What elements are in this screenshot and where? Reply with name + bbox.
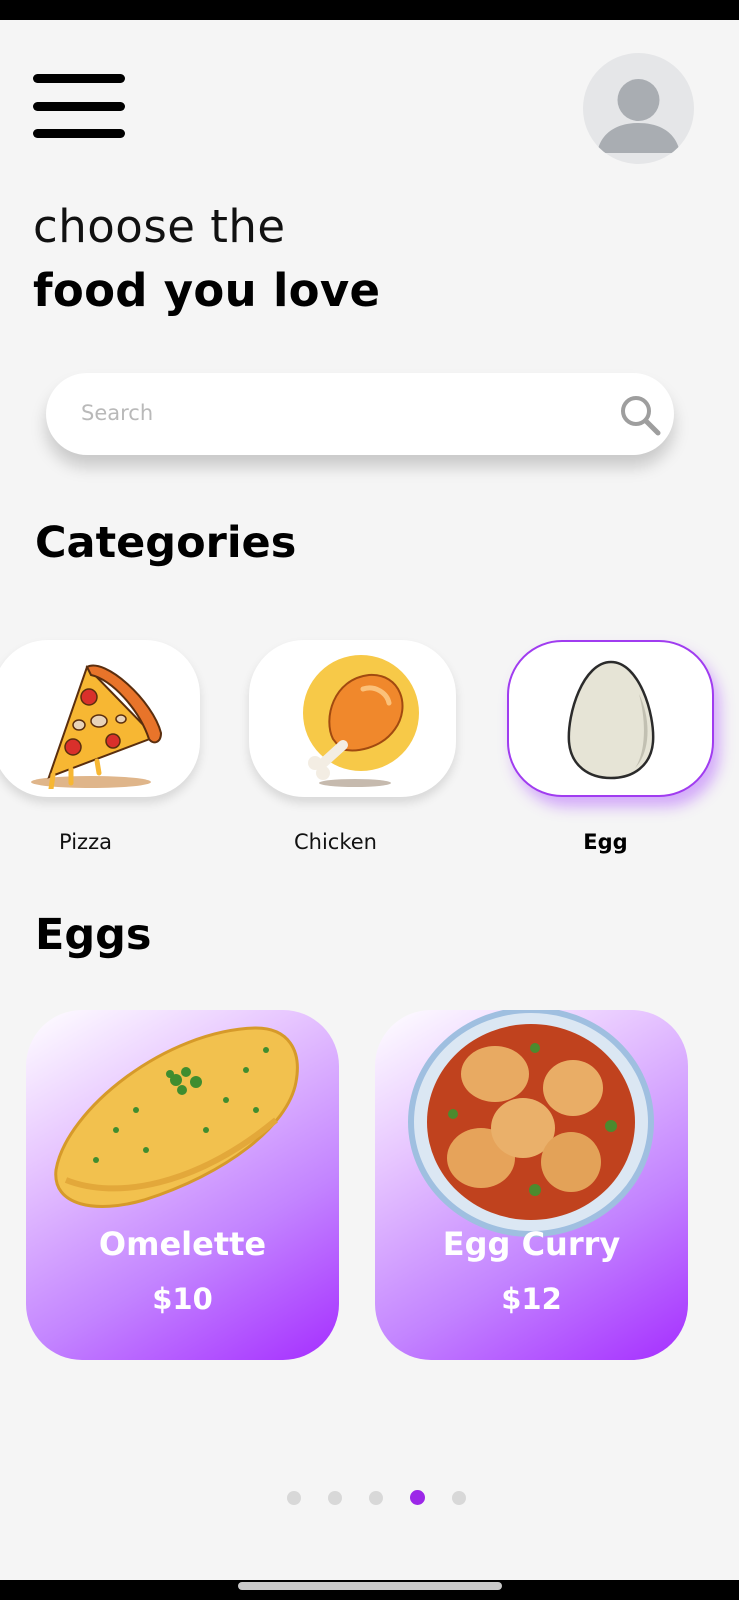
food-price: $10 <box>152 1282 213 1316</box>
category-chicken[interactable] <box>249 640 456 797</box>
page-indicator <box>287 1490 466 1505</box>
menu-bar <box>33 74 125 83</box>
app-screen: choose the food you love Search Categori… <box>0 20 739 1580</box>
category-egg[interactable] <box>507 640 714 797</box>
headline-line-1: choose the <box>33 200 286 253</box>
search-placeholder: Search <box>81 401 154 425</box>
egg-curry-image <box>408 1010 654 1237</box>
hamburger-menu-icon[interactable] <box>33 72 127 140</box>
food-card-egg-curry[interactable]: Egg Curry $12 <box>375 1010 688 1360</box>
food-name: Egg Curry <box>442 1225 621 1263</box>
menu-bar <box>33 101 125 111</box>
page-dot[interactable] <box>369 1490 383 1505</box>
category-label-chicken: Chicken <box>294 830 377 854</box>
search-icon[interactable] <box>618 393 662 437</box>
page-dot-active[interactable] <box>410 1490 425 1505</box>
food-price: $12 <box>501 1282 562 1316</box>
page-dot[interactable] <box>452 1490 466 1505</box>
search-input[interactable]: Search <box>46 373 674 455</box>
eggs-section-title: Eggs <box>35 910 152 960</box>
category-label-egg: Egg <box>583 830 628 854</box>
category-label-pizza: Pizza <box>59 830 112 854</box>
omelette-image <box>54 1026 299 1208</box>
menu-bar <box>33 129 125 138</box>
pizza-icon <box>30 664 162 789</box>
categories-title: Categories <box>35 518 297 568</box>
egg-icon <box>567 660 654 779</box>
chicken-leg-icon <box>302 654 419 787</box>
page-dot[interactable] <box>328 1490 342 1505</box>
page-dot[interactable] <box>287 1490 301 1505</box>
category-pizza[interactable] <box>0 640 200 797</box>
home-indicator[interactable] <box>238 1582 502 1590</box>
food-name: Omelette <box>98 1225 267 1263</box>
avatar-silhouette-icon <box>597 79 680 153</box>
headline-line-2: food you love <box>33 264 381 317</box>
food-card-omelette[interactable]: Omelette $10 <box>26 1010 339 1360</box>
user-avatar-icon[interactable] <box>583 53 694 164</box>
